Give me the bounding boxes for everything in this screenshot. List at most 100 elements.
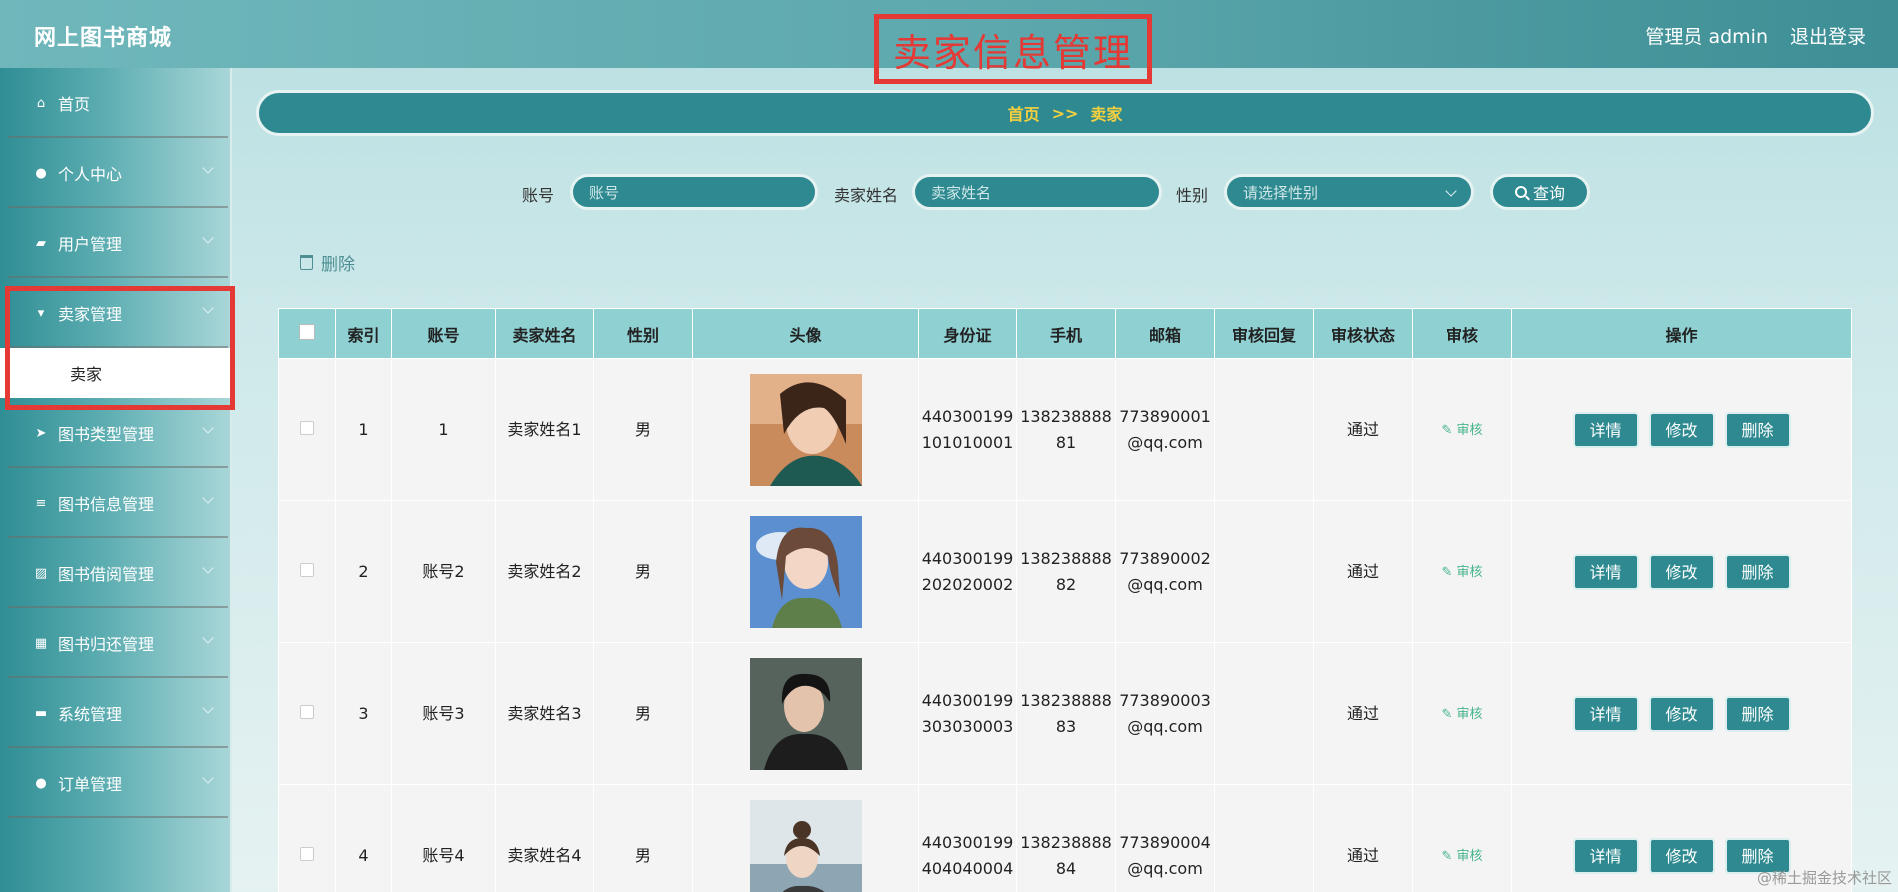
avatar — [749, 373, 862, 486]
batch-delete-button[interactable]: 删除 — [300, 250, 355, 275]
audit-link[interactable]: ✎ 审核 — [1441, 423, 1482, 438]
logout-link[interactable]: 退出登录 — [1790, 22, 1866, 49]
id-card-cell: 440300199202020002 — [918, 500, 1017, 643]
row-select-cell — [278, 642, 336, 785]
sidebar-item-borrow-management[interactable]: ▨ 图书借阅管理 — [0, 538, 230, 608]
search-icon — [1514, 186, 1527, 198]
account-label: 账号 — [522, 186, 555, 205]
pin-icon: ● — [35, 775, 47, 791]
sidebar-item-book-type-management[interactable]: ➤ 图书类型管理 — [0, 398, 230, 468]
gender-cell: 男 — [593, 784, 693, 892]
sidebar-item-seller-management[interactable]: ▾ 卖家管理 — [0, 278, 230, 348]
detail-button[interactable]: 详情 — [1572, 553, 1639, 590]
column-header: 身份证 — [918, 308, 1017, 359]
detail-button[interactable]: 详情 — [1572, 411, 1639, 448]
delete-button[interactable]: 删除 — [1724, 695, 1791, 732]
account-search-input[interactable]: 账号 — [570, 174, 818, 210]
detail-button[interactable]: 详情 — [1572, 837, 1639, 874]
chevron-down-icon — [1445, 185, 1457, 197]
admin-user-label: 管理员 admin — [1645, 26, 1768, 48]
table-row: 2 账号2 卖家姓名2 男 440300199202020002 1382388… — [278, 500, 1852, 643]
delete-button[interactable]: 删除 — [1724, 411, 1791, 448]
phone-cell: 13823888881 — [1016, 358, 1116, 501]
edit-button[interactable]: 修改 — [1648, 695, 1715, 732]
row-checkbox[interactable] — [300, 562, 314, 577]
id-card-cell: 440300199303030003 — [918, 642, 1017, 785]
sidebar-item-label: 图书借阅管理 — [58, 565, 155, 584]
edit-button[interactable]: 修改 — [1648, 837, 1715, 874]
avatar — [749, 799, 862, 892]
table-row: 1 1 卖家姓名1 男 440300199101010001 138238888… — [278, 358, 1852, 501]
seller-name-cell: 卖家姓名1 — [495, 358, 594, 501]
edit-pen-icon: ✎ — [1441, 706, 1457, 722]
list-icon: ≡ — [35, 495, 47, 511]
phone-cell: 13823888883 — [1016, 642, 1116, 785]
row-checkbox[interactable] — [300, 420, 314, 435]
breadcrumb-current: 卖家 — [1090, 105, 1123, 124]
sidebar-item-return-management[interactable]: ▦ 图书归还管理 — [0, 608, 230, 678]
table-row: 4 账号4 卖家姓名4 男 440300199404040004 1382388… — [278, 784, 1852, 892]
actions-cell: 详情 修改 删除 — [1511, 500, 1852, 643]
audit-reply-cell — [1214, 642, 1314, 785]
sidebar-item-label: 图书信息管理 — [58, 495, 155, 514]
ticket-icon: ▬ — [34, 705, 48, 721]
index-cell: 2 — [335, 500, 392, 643]
sidebar-item-user-management[interactable]: ▰ 用户管理 — [0, 208, 230, 278]
audit-link[interactable]: ✎ 审核 — [1441, 849, 1482, 864]
account-cell: 账号4 — [391, 784, 496, 892]
query-button[interactable]: 查询 — [1490, 174, 1590, 210]
delete-button[interactable]: 删除 — [1724, 553, 1791, 590]
account-cell: 账号2 — [391, 500, 496, 643]
audit-link[interactable]: ✎ 审核 — [1441, 565, 1482, 580]
audit-link[interactable]: ✎ 审核 — [1441, 707, 1482, 722]
chevron-down-icon — [202, 772, 214, 784]
edit-button[interactable]: 修改 — [1648, 411, 1715, 448]
sidebar-subitem-seller[interactable]: 卖家 — [0, 348, 230, 398]
id-card-cell: 440300199404040004 — [918, 784, 1017, 892]
seller-name-label: 卖家姓名 — [834, 186, 899, 205]
sidebar-item-order-management[interactable]: ● 订单管理 — [0, 748, 230, 818]
index-cell: 3 — [335, 642, 392, 785]
index-cell: 4 — [335, 784, 392, 892]
id-card-cell: 440300199101010001 — [918, 358, 1017, 501]
audit-cell: ✎ 审核 — [1412, 500, 1512, 643]
breadcrumb-separator: >> — [1051, 103, 1079, 123]
gender-select[interactable]: 请选择性别 — [1224, 174, 1474, 210]
audit-reply-cell — [1214, 358, 1314, 501]
chart-icon: ▨ — [34, 565, 48, 581]
gender-cell: 男 — [593, 642, 693, 785]
seller-name-cell: 卖家姓名2 — [495, 500, 594, 643]
select-all-checkbox[interactable] — [299, 323, 315, 340]
audit-link-label: 审核 — [1456, 564, 1483, 580]
audit-status-cell: 通过 — [1313, 358, 1413, 501]
users-icon: ▰ — [36, 235, 46, 251]
audit-cell: ✎ 审核 — [1412, 642, 1512, 785]
table-row: 3 账号3 卖家姓名3 男 440300199303030003 1382388… — [278, 642, 1852, 785]
grid-icon: ▦ — [34, 635, 48, 651]
avatar — [749, 657, 862, 770]
trash-icon — [300, 255, 313, 270]
audit-link-label: 审核 — [1456, 706, 1483, 722]
sidebar-item-system-management[interactable]: ▬ 系统管理 — [0, 678, 230, 748]
row-checkbox[interactable] — [300, 704, 314, 719]
sidebar-item-book-info-management[interactable]: ≡ 图书信息管理 — [0, 468, 230, 538]
chevron-down-icon — [202, 162, 214, 174]
account-cell: 账号3 — [391, 642, 496, 785]
row-checkbox[interactable] — [300, 846, 314, 861]
row-select-cell — [278, 784, 336, 892]
audit-cell: ✎ 审核 — [1412, 358, 1512, 501]
audit-link-label: 审核 — [1456, 848, 1483, 864]
chevron-down-icon — [202, 562, 214, 574]
edit-pen-icon: ✎ — [1441, 564, 1457, 580]
watermark: @稀土掘金技术社区 — [1756, 869, 1892, 887]
sidebar-item-label: 图书类型管理 — [58, 425, 155, 444]
avatar-cell — [692, 358, 919, 501]
email-cell: 773890003@qq.com — [1115, 642, 1215, 785]
page-title: 卖家信息管理 — [874, 14, 1152, 84]
detail-button[interactable]: 详情 — [1572, 695, 1639, 732]
avatar-cell — [692, 642, 919, 785]
breadcrumb-home[interactable]: 首页 — [1008, 101, 1040, 125]
seller-name-search-input[interactable]: 卖家姓名 — [912, 174, 1162, 210]
sidebar-item-home[interactable]: ⌂ 首页 — [0, 68, 230, 138]
edit-button[interactable]: 修改 — [1648, 553, 1715, 590]
